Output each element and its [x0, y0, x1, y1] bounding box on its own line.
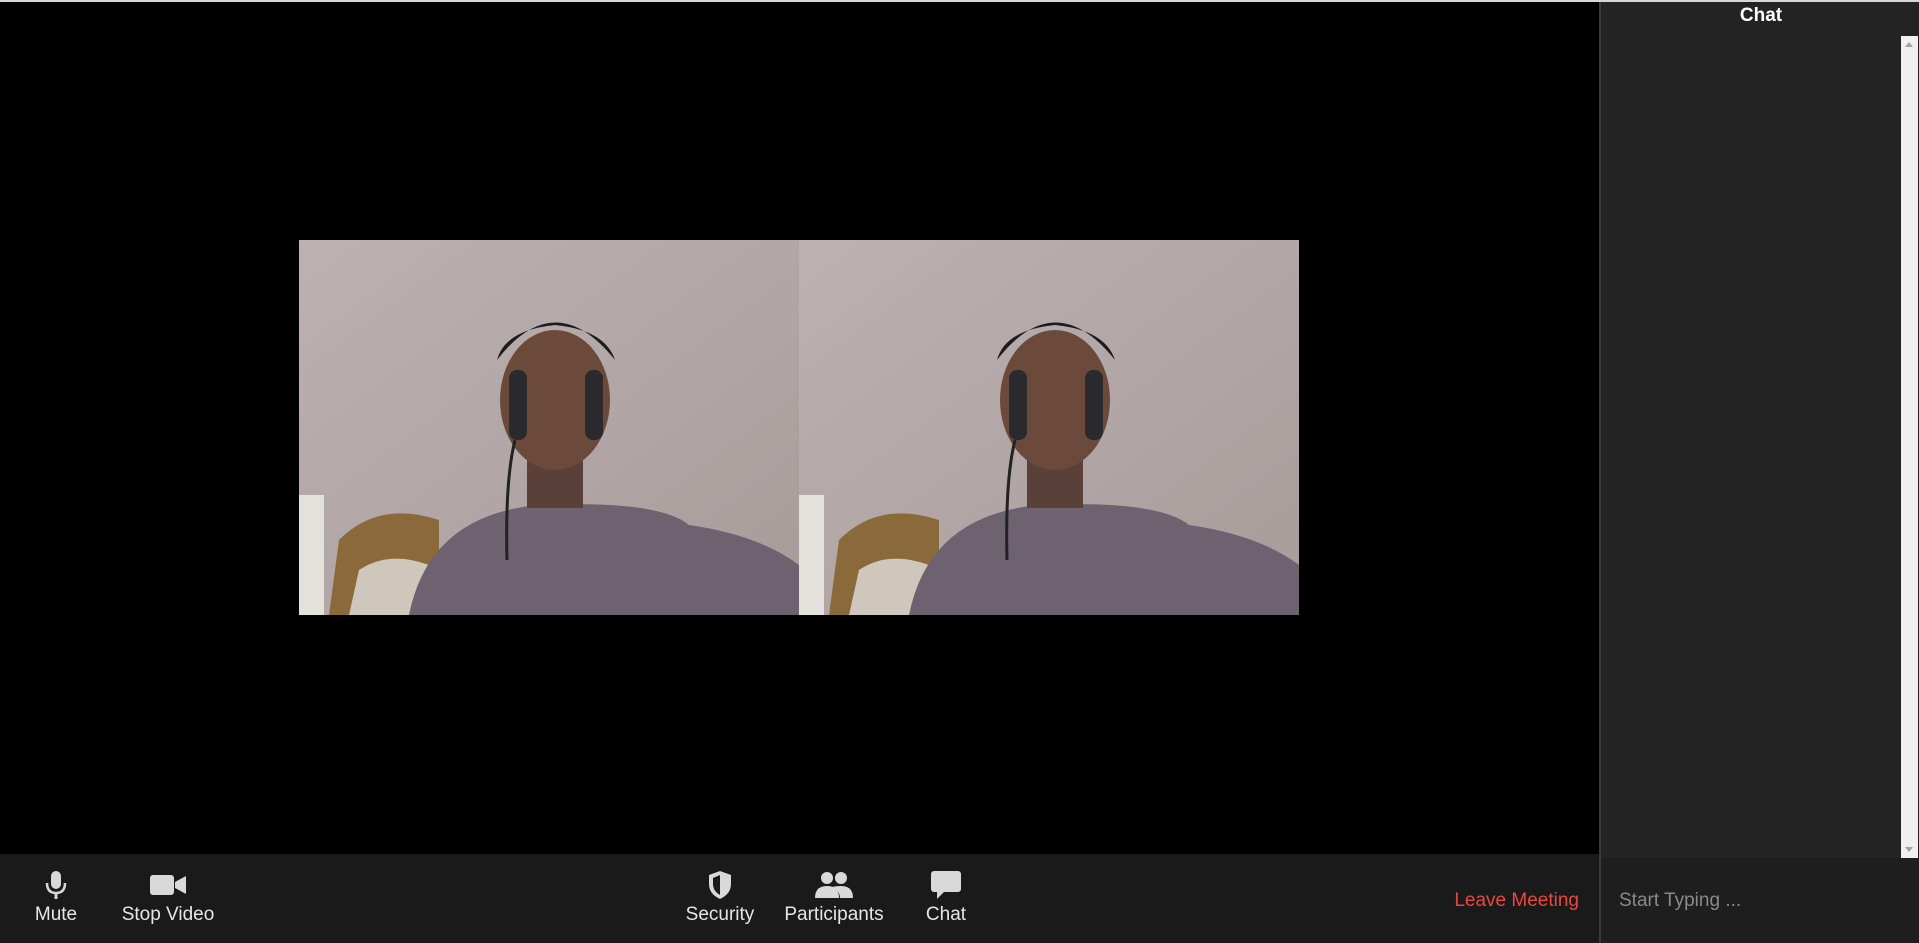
chat-message-list: [1601, 36, 1901, 858]
chat-button[interactable]: Chat: [918, 868, 974, 934]
security-label: Security: [685, 904, 755, 925]
meeting-window: Mute Stop Video Security Participants Ch…: [0, 0, 1919, 943]
shield-icon: [706, 868, 734, 902]
stop-video-button[interactable]: Stop Video: [116, 868, 220, 934]
mute-button[interactable]: Mute: [28, 868, 84, 934]
chat-panel-title: Chat: [1739, 5, 1783, 26]
participants-label: Participants: [784, 904, 884, 925]
chat-scrollbar[interactable]: [1901, 36, 1918, 858]
video-gallery: [299, 240, 1299, 615]
scroll-up-icon[interactable]: [1905, 42, 1913, 47]
chat-panel: Chat: [1599, 2, 1919, 943]
video-camera-icon: [149, 868, 187, 902]
stop-video-label: Stop Video: [121, 904, 215, 925]
participant-video-tile[interactable]: [299, 240, 799, 615]
meeting-toolbar: Mute Stop Video Security Participants Ch…: [0, 854, 1599, 943]
security-button[interactable]: Security: [684, 868, 756, 934]
leave-meeting-button[interactable]: Leave Meeting: [1454, 890, 1579, 912]
chat-label: Chat: [925, 904, 967, 925]
chat-message-input[interactable]: [1601, 858, 1919, 943]
participants-icon: [814, 868, 854, 902]
participants-button[interactable]: Participants: [782, 868, 886, 934]
video-stage: [0, 2, 1599, 854]
chat-bubble-icon: [930, 868, 962, 902]
microphone-icon: [43, 868, 69, 902]
participant-video-tile[interactable]: [799, 240, 1299, 615]
mute-label: Mute: [34, 904, 78, 925]
scroll-down-icon[interactable]: [1905, 847, 1913, 852]
